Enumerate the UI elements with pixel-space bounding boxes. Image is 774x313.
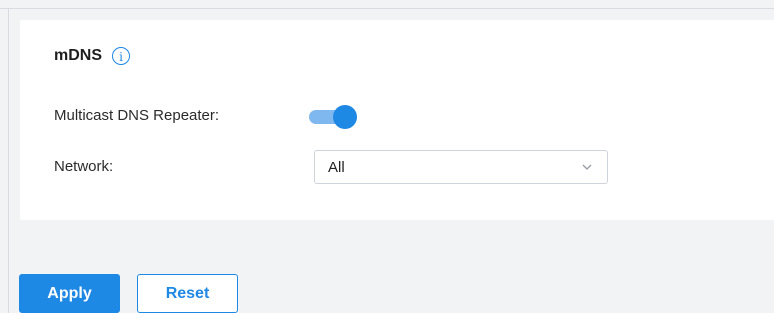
repeater-toggle[interactable] [309, 105, 359, 129]
top-divider [0, 8, 774, 9]
section-header: mDNS i [54, 47, 131, 65]
mdns-card: mDNS i Multicast DNS Repeater: Network: … [20, 20, 774, 220]
left-divider [8, 8, 9, 313]
chevron-down-icon [582, 164, 592, 170]
apply-button[interactable]: Apply [19, 274, 120, 313]
network-select-value: All [328, 159, 345, 176]
section-title: mDNS [54, 47, 103, 64]
page: mDNS i Multicast DNS Repeater: Network: … [0, 0, 774, 313]
repeater-label: Multicast DNS Repeater: [54, 107, 220, 124]
info-icon[interactable]: i [112, 47, 131, 65]
toggle-knob [333, 105, 357, 129]
reset-button[interactable]: Reset [137, 274, 238, 313]
network-select[interactable]: All [314, 150, 608, 184]
network-label: Network: [54, 158, 114, 175]
